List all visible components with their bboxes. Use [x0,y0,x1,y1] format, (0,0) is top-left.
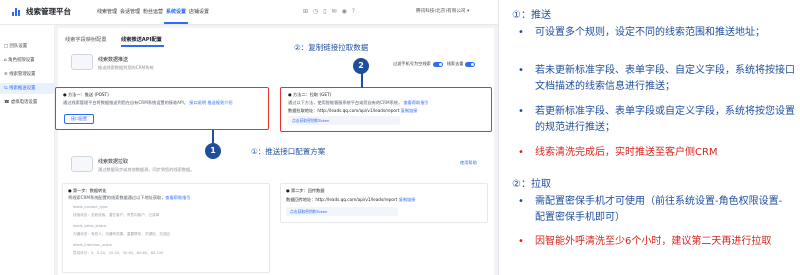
field-key-2: leads_sales_status [73,224,107,228]
filter-empty-phone-toggle[interactable] [432,61,443,67]
notes-panel: ①：推送 • 可设置多个规则，设定不同的线索范围和推送地址； • 若未更新标准字段、… [506,0,800,275]
step2-panel: ● 第二步：回传数据 数据回传地址：http://leads.qq.com/ap… [280,183,488,223]
sidebar-item-team[interactable]: □ 团队设置 [0,41,54,52]
api-config-button[interactable]: 接口配置 [64,114,94,124]
app-title: 线索管理平台 [26,7,71,16]
report-token-button[interactable]: 点击获取密钥和Token [286,207,398,216]
nav-item-fans[interactable]: 粉丝运营 [143,8,163,15]
push-card-subtitle: 推送线索数据到您的CRM系统 [98,65,154,70]
cloud-icon [71,54,93,70]
nav-item-leads[interactable]: 线索管理 [97,8,117,15]
field-desc-2: 沟通状态：有效人、沟通有效果、重要联系、关键信、无回应 [73,232,171,236]
report-copy-link[interactable]: 复制链接 [399,197,416,202]
report-url-row: 数据回传地址：http://leads.qq.com/api/v1/leads/… [286,197,416,202]
sidebar-item-roles[interactable]: ⌂ 角色权限设置 [0,55,54,66]
filter-empty-phone-label: 过滤手机号为空线索 [393,61,431,66]
marker-1: 1 [205,143,221,159]
pull-card-title: 线索数据拉取 [98,159,129,165]
app-logo-icon [12,8,21,16]
tab-active-indicator [121,45,164,47]
callout-2-line [361,72,363,88]
field-desc-3: 意向评分：0、0-20、20-40、40-60、60-80、80-100 [73,251,164,255]
marker-2: 2 [353,58,369,74]
step1-help-link[interactable]: 查看帮助指引 [165,195,190,200]
sidebar-item-lead-push[interactable]: ⇆ 线索推送设置 [0,83,54,94]
sidebar-item-lead-settings[interactable]: ≡ 线索管理设置 [0,69,54,80]
pull-card-subtitle: 通过数据同步或其他数据源，同步到您的线索数据。 [98,167,195,172]
method1-title: ● 方法一：推送 (POST) [63,92,109,97]
nav-item-sessions[interactable]: 会话管理 [120,8,140,15]
copy-link[interactable]: 复制链接 [401,108,418,113]
pull-method-box: ● 方法二：拉取 (GET) 通过以下方法，使用智能客服系统平台或您自有的CRM… [280,87,492,132]
top-bar: 线索管理平台 线索管理 会话管理 粉丝运营 系统设置 店铺设置 ⊞◷▯✉◉? 腾… [0,0,498,25]
field-key-1: leads_contact_type [73,205,108,209]
cloud-download-icon [71,156,93,172]
push-toggles: 过滤手机号为空线索 线索去重 [393,61,479,67]
method2-description: 通过以下方法，使用智能客服系统平台或您自有的CRM系统， 查看帮助指引 [288,100,429,105]
dedupe-label: 线索去重 [446,61,464,66]
notes-heading-push: ①：推送 [512,10,551,21]
method2-title: ● 方法二：拉取 (GET) [288,92,332,97]
tab-field-mapping[interactable]: 线索字段映射配置 [65,36,107,43]
sidebar: □ 团队设置 ⌂ 角色权限设置 ≡ 线索管理设置 ⇆ 线索推送设置 ☎ 虚拟电话… [0,25,55,275]
nav-active-indicator [164,22,188,24]
nav-item-store[interactable]: 店铺设置 [189,8,209,15]
field-desc-1: 线索状态：无效线索、潜在客户、有意向客户、已成单 [73,213,160,217]
push-card-title: 线索数据推送 [98,57,129,63]
step1-description: 将线索CRM系统配置的线索数据通过以下地址获取，查看帮助指引 [68,195,191,200]
report-url: http://leads.qq.com/api/v1/leads/report [315,197,398,202]
get-token-button[interactable]: 点击获取密钥和Token [288,116,400,125]
dedupe-toggle[interactable] [465,61,476,67]
callout-copy-link: ②：复制链接拉取数据 [294,43,369,52]
method1-help-link[interactable]: 接口说明 推送规则介绍 [189,100,232,105]
step1-title: ● 第一步：数据转化 [68,188,107,193]
push-method-box: ● 方法一：推送 (POST) 通过线索管理平台将数据推送到您在自有CRM系统设… [55,87,269,130]
pull-url: http://leads.qq.com/api/v1/leads/report [317,108,400,113]
step2-title: ● 第二步：回传数据 [286,188,325,193]
pull-url-row: 数据拉取地址：http://leads.qq.com/api/v1/leads/… [288,108,418,113]
notes-heading-pull: ②：拉取 [512,179,551,190]
app-screenshot: 线索管理平台 线索管理 会话管理 粉丝运营 系统设置 店铺设置 ⊞◷▯✉◉? 腾… [0,0,499,275]
callout-1-line [212,130,214,144]
sidebar-item-virtual-phone[interactable]: ☎ 虚拟电话设置 [0,97,54,108]
toolbar-icons[interactable]: ⊞◷▯✉◉? [303,8,360,15]
step1-panel: ● 第一步：数据转化 将线索CRM系统配置的线索数据通过以下地址获取，查看帮助指… [62,183,270,273]
main-content: 线索字段映射配置 线索推送API配置 线索数据推送 推送线索数据到您的CRM系统… [55,28,494,275]
tab-push-api[interactable]: 线索推送API配置 [121,36,162,43]
nav-item-settings[interactable]: 系统设置 [166,8,186,15]
company-selector[interactable]: 腾讯科技(北京)有限公司 ▾ [416,8,469,14]
field-key-3: leads_intention_score [73,243,112,247]
method2-help-link[interactable]: 查看帮助指引 [403,100,428,105]
usage-help-link[interactable]: 使用帮助 [460,160,477,166]
method1-description: 通过线索管理平台将数据推送到您在自有CRM系统设置的接收API。 接口说明 推送… [63,100,233,105]
callout-push-config: ①：推送接口配置方案 [251,147,326,156]
